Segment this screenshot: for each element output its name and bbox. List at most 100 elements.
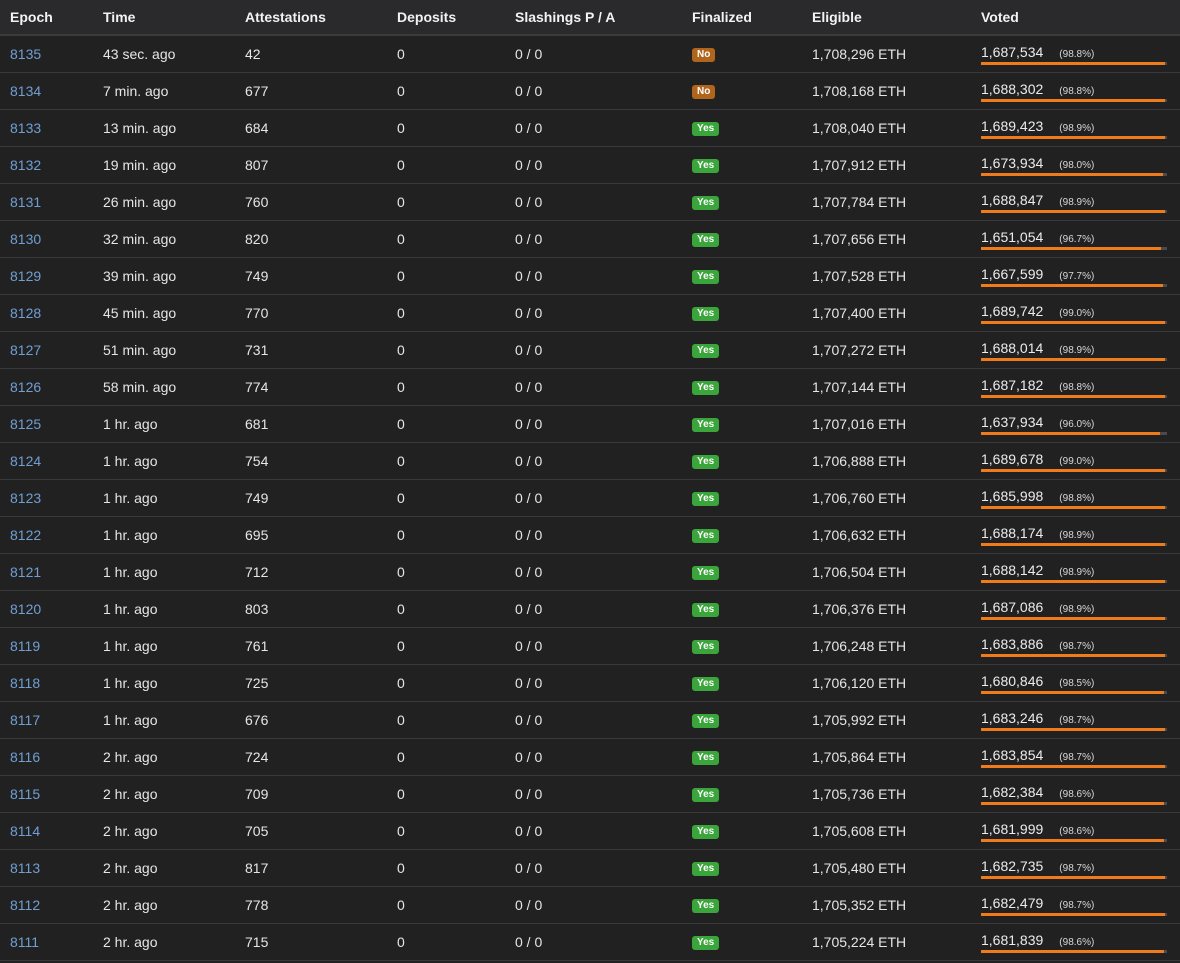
voted-value: 1,689,678 xyxy=(981,450,1044,467)
epoch-cell: 8125 xyxy=(0,405,93,443)
epoch-link[interactable]: 8121 xyxy=(10,564,41,580)
voted-line: 1,667,599 (97.7%) xyxy=(981,266,1094,282)
eligible-cell: 1,705,480 ETH xyxy=(802,849,971,887)
eligible-cell: 1,705,352 ETH xyxy=(802,886,971,924)
finalized-badge: Yes xyxy=(692,269,720,284)
epoch-link[interactable]: 8132 xyxy=(10,157,41,173)
voted-percent: (98.0%) xyxy=(1059,159,1095,171)
epoch-cell: 8118 xyxy=(0,664,93,702)
epoch-link[interactable]: 8123 xyxy=(10,490,41,506)
voted-wrap: 1,680,846 (98.5%) xyxy=(981,668,1167,698)
time-cell: 1 hr. ago xyxy=(93,442,235,480)
finalized-badge: Yes xyxy=(692,750,720,765)
epoch-link[interactable]: 8122 xyxy=(10,527,41,543)
epoch-link[interactable]: 8125 xyxy=(10,416,41,432)
epoch-link[interactable]: 8117 xyxy=(10,712,40,728)
voted-percent: (98.9%) xyxy=(1059,344,1095,356)
voted-value: 1,682,384 xyxy=(981,783,1044,800)
epoch-link[interactable]: 8128 xyxy=(10,305,41,321)
finalized-badge: Yes xyxy=(692,343,720,358)
epoch-cell: 8122 xyxy=(0,516,93,554)
table-row: 8132 19 min. ago 807 0 0 / 0 Yes 1,707,912 ETH… xyxy=(0,146,1180,184)
time-cell: 1 hr. ago xyxy=(93,701,235,739)
epoch-link[interactable]: 8135 xyxy=(10,46,41,62)
epoch-link[interactable]: 8126 xyxy=(10,379,41,395)
column-header-finalized[interactable]: Finalized xyxy=(682,0,802,36)
voted-value: 1,687,086 xyxy=(981,598,1044,615)
table-row: 8119 1 hr. ago 761 0 0 / 0 Yes 1,706,248 ETH 1,… xyxy=(0,627,1180,665)
epoch-link[interactable]: 8124 xyxy=(10,453,41,469)
epoch-link[interactable]: 8133 xyxy=(10,120,41,136)
deposits-cell: 0 xyxy=(387,405,505,443)
slashings-cell: 0 / 0 xyxy=(505,923,682,961)
epoch-link[interactable]: 8120 xyxy=(10,601,41,617)
eligible-cell: 1,705,736 ETH xyxy=(802,775,971,813)
finalized-badge: Yes xyxy=(692,787,720,802)
epoch-cell: 8126 xyxy=(0,368,93,406)
eligible-cell: 1,706,376 ETH xyxy=(802,590,971,628)
attestations-cell: 42 xyxy=(235,35,387,73)
epoch-link[interactable]: 8113 xyxy=(10,860,40,876)
deposits-cell: 0 xyxy=(387,923,505,961)
finalized-badge: Yes xyxy=(692,121,720,136)
epoch-cell: 8120 xyxy=(0,590,93,628)
slashings-cell: 0 / 0 xyxy=(505,516,682,554)
finalized-badge: No xyxy=(692,84,716,99)
voted-progress-track xyxy=(981,246,1167,250)
epoch-link[interactable]: 8129 xyxy=(10,268,41,284)
attestations-cell: 754 xyxy=(235,442,387,480)
voted-progress-fill xyxy=(981,98,1165,102)
column-header-time[interactable]: Time xyxy=(93,0,235,36)
slashings-cell: 0 / 0 xyxy=(505,664,682,702)
time-cell: 1 hr. ago xyxy=(93,590,235,628)
voted-line: 1,681,839 (98.6%) xyxy=(981,932,1094,948)
epoch-cell: 8134 xyxy=(0,72,93,110)
voted-percent: (98.9%) xyxy=(1059,566,1095,578)
table-row: 8122 1 hr. ago 695 0 0 / 0 Yes 1,706,632 ETH 1,… xyxy=(0,516,1180,554)
attestations-cell: 778 xyxy=(235,886,387,924)
finalized-cell: Yes xyxy=(682,886,802,924)
voted-wrap: 1,687,182 (98.8%) xyxy=(981,372,1167,402)
voted-progress-fill xyxy=(981,912,1165,916)
eligible-cell: 1,706,504 ETH xyxy=(802,553,971,591)
voted-progress-fill xyxy=(981,727,1165,731)
column-header-deposits[interactable]: Deposits xyxy=(387,0,505,36)
epoch-cell: 8128 xyxy=(0,294,93,332)
finalized-badge: Yes xyxy=(692,639,720,654)
voted-value: 1,689,423 xyxy=(981,117,1044,134)
epoch-link[interactable]: 8119 xyxy=(10,638,40,654)
voted-wrap: 1,681,999 (98.6%) xyxy=(981,816,1167,846)
voted-value: 1,667,599 xyxy=(981,265,1044,282)
column-header-slashings[interactable]: Slashings P / A xyxy=(505,0,682,36)
voted-progress-track xyxy=(981,949,1167,953)
finalized-cell: Yes xyxy=(682,701,802,739)
voted-percent: (98.8%) xyxy=(1059,381,1095,393)
epoch-link[interactable]: 8116 xyxy=(10,749,40,765)
voted-cell: 1,683,854 (98.7%) xyxy=(971,738,1180,776)
voted-progress-fill xyxy=(981,61,1165,65)
epoch-link[interactable]: 8127 xyxy=(10,342,41,358)
column-header-voted[interactable]: Voted xyxy=(971,0,1180,36)
eligible-cell: 1,707,656 ETH xyxy=(802,220,971,258)
epoch-link[interactable]: 8131 xyxy=(10,194,41,210)
column-header-attestations[interactable]: Attestations xyxy=(235,0,387,36)
slashings-cell: 0 / 0 xyxy=(505,146,682,184)
time-cell: 13 min. ago xyxy=(93,109,235,147)
epoch-link[interactable]: 8111 xyxy=(10,934,39,950)
voted-percent: (98.5%) xyxy=(1059,677,1095,689)
epoch-link[interactable]: 8118 xyxy=(10,675,40,691)
voted-value: 1,685,998 xyxy=(981,487,1044,504)
epoch-link[interactable]: 8130 xyxy=(10,231,41,247)
finalized-cell: Yes xyxy=(682,294,802,332)
epoch-link[interactable]: 8114 xyxy=(10,823,40,839)
voted-percent: (98.9%) xyxy=(1059,122,1095,134)
time-cell: 1 hr. ago xyxy=(93,553,235,591)
column-header-epoch[interactable]: Epoch xyxy=(0,0,93,36)
epoch-link[interactable]: 8112 xyxy=(10,897,40,913)
column-header-eligible[interactable]: Eligible xyxy=(802,0,971,36)
finalized-badge: Yes xyxy=(692,565,720,580)
voted-progress-fill xyxy=(981,838,1165,842)
epoch-link[interactable]: 8134 xyxy=(10,83,41,99)
epoch-link[interactable]: 8115 xyxy=(10,786,40,802)
epoch-cell: 8135 xyxy=(0,35,93,73)
